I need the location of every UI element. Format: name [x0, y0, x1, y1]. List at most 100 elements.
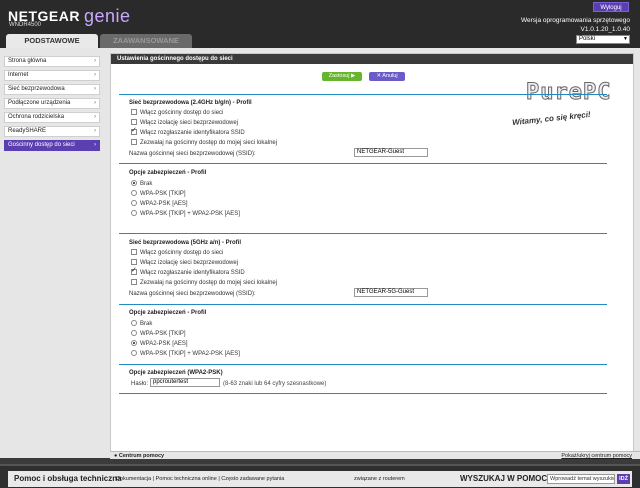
- checkbox[interactable]: [131, 127, 137, 135]
- password-label: Hasło:: [131, 381, 149, 387]
- sidebar-item-label: Strona główna: [8, 58, 47, 64]
- option-label: WPA-PSK [TKIP] + WPA2-PSK [AES]: [140, 351, 240, 357]
- wifi24-option-isolation[interactable]: Włącz izolację sieci bezprzewodowej: [131, 119, 238, 127]
- option-label: Włącz izolację sieci bezprzewodowej: [140, 260, 239, 266]
- option-label: WPA-PSK [TKIP] + WPA2-PSK [AES]: [140, 211, 240, 217]
- help-center-toggle[interactable]: ● Centrum pomocy: [114, 452, 164, 460]
- checkbox[interactable]: [131, 109, 137, 115]
- checkbox[interactable]: [131, 119, 137, 125]
- sidebar-item-parental[interactable]: Ochrona rodzicielska ›: [4, 112, 100, 123]
- help-search-input[interactable]: Wprowadź temat wyszukiwania: [547, 474, 615, 484]
- wifi5-option-enable[interactable]: Włącz gościnny dostęp do sieci: [131, 249, 223, 257]
- section-divider: [119, 163, 607, 164]
- radio-button[interactable]: [131, 320, 137, 326]
- radio-button[interactable]: [131, 350, 137, 356]
- checkbox[interactable]: [131, 249, 137, 255]
- wifi5-security-none[interactable]: Brak: [131, 320, 152, 328]
- wifi5-option-isolation[interactable]: Włącz izolację sieci bezprzewodowej: [131, 259, 238, 267]
- tab-basic[interactable]: PODSTAWOWE: [6, 34, 98, 48]
- panel-title: Ustawienia gościnnego dostępu do sieci: [111, 54, 633, 64]
- wifi24-security-mixed[interactable]: WPA-PSK [TKIP] + WPA2-PSK [AES]: [131, 210, 240, 218]
- sidebar-item-label: Sieć bezprzewodowa: [8, 86, 65, 92]
- checkbox[interactable]: [131, 267, 137, 275]
- purepc-watermark: PurePC Witamy, co się kręci!: [506, 76, 626, 136]
- option-label: Włącz rozgłaszanie identyfikatora SSID: [140, 270, 245, 276]
- wifi24-security-wpa2[interactable]: WPA2-PSK [AES]: [131, 200, 188, 208]
- wifi5-security-title: Opcje zabezpieczeń - Profil: [129, 310, 207, 316]
- sidebar-item-wireless[interactable]: Sieć bezprzewodowa ›: [4, 84, 100, 95]
- chevron-right-icon: ›: [94, 72, 96, 78]
- section-divider: [119, 94, 607, 95]
- radio-button[interactable]: [131, 330, 137, 336]
- help-center-bar[interactable]: ● Centrum pomocy Pokaż/ukryj centrum pom…: [110, 451, 640, 459]
- wifi5-title: Sieć bezprzewodowa (5GHz a/n) - Profil: [129, 240, 242, 246]
- sidebar-item-guest-network[interactable]: Gościnny dostęp do sieci ›: [4, 140, 100, 151]
- tab-advanced[interactable]: ZAAWANSOWANE: [100, 34, 192, 48]
- chevron-right-icon: ›: [94, 114, 96, 120]
- footer: Pomoc i obsługa techniczna Dokumentacja …: [0, 464, 640, 488]
- radio-button[interactable]: [131, 340, 137, 346]
- wifi5-ssid-input[interactable]: NETGEAR-5G-Guest: [354, 288, 428, 297]
- cancel-button[interactable]: ✕ Anuluj: [369, 72, 405, 81]
- option-label: Zezwalaj na gościnny dostęp do mojej sie…: [140, 140, 278, 146]
- sidebar-item-label: Internet: [8, 72, 29, 78]
- wifi5-security-mixed[interactable]: WPA-PSK [TKIP] + WPA2-PSK [AES]: [131, 350, 240, 358]
- chevron-down-icon: ▼: [623, 36, 628, 42]
- checkbox[interactable]: [131, 139, 137, 145]
- wifi24-option-enable[interactable]: Włącz gościnny dostęp do sieci: [131, 109, 223, 117]
- sidebar-item-label: ReadySHARE: [8, 128, 47, 134]
- wifi5-security-wpa2[interactable]: WPA2-PSK [AES]: [131, 340, 188, 348]
- wifi5-option-lan-access[interactable]: Zezwalaj na gościnny dostęp do mojej sie…: [131, 279, 277, 287]
- show-hide-help-link[interactable]: Pokaż/ukryj centrum pomocy: [561, 452, 632, 460]
- main-content: Ustawienia gościnnego dostępu do sieci Z…: [104, 48, 640, 458]
- router-related-text: związane z routerem: [354, 476, 405, 482]
- wifi24-ssid-input[interactable]: NETGEAR-Guest: [354, 148, 428, 157]
- guest-network-panel: Ustawienia gościnnego dostępu do sieci Z…: [110, 53, 634, 453]
- option-label: Zezwalaj na gościnny dostęp do mojej sie…: [140, 280, 278, 286]
- section-divider: [119, 393, 607, 394]
- wifi5-security-wpa[interactable]: WPA-PSK [TKIP]: [131, 330, 186, 338]
- radio-button[interactable]: [131, 190, 137, 196]
- radio-button[interactable]: [131, 200, 137, 206]
- chevron-right-icon: ›: [94, 86, 96, 92]
- wifi24-title: Sieć bezprzewodowa (2.4GHz b/g/n) - Prof…: [129, 100, 252, 106]
- wifi24-security-wpa[interactable]: WPA-PSK [TKIP]: [131, 190, 186, 198]
- option-label: Włącz gościnny dostęp do sieci: [140, 110, 224, 116]
- option-label: Włącz izolację sieci bezprzewodowej: [140, 120, 239, 126]
- radio-button[interactable]: [131, 180, 137, 186]
- wifi24-option-broadcast[interactable]: Włącz rozgłaszanie identyfikatora SSID: [131, 127, 245, 137]
- radio-button[interactable]: [131, 210, 137, 216]
- help-search-button[interactable]: IDŹ: [617, 474, 630, 484]
- sidebar-item-home[interactable]: Strona główna ›: [4, 56, 100, 67]
- checkbox[interactable]: [131, 279, 137, 285]
- wifi24-option-lan-access[interactable]: Zezwalaj na gościnny dostęp do mojej sie…: [131, 139, 277, 147]
- password-input[interactable]: ppcroutertest: [150, 378, 220, 387]
- apply-button[interactable]: Zastosuj ▶: [322, 72, 362, 81]
- wifi24-security-title: Opcje zabezpieczeń - Profil: [129, 170, 207, 176]
- checkbox[interactable]: [131, 259, 137, 265]
- wpa2-title: Opcje zabezpieczeń (WPA2-PSK): [129, 370, 223, 376]
- support-links[interactable]: Dokumentacja | Pomoc techniczna online |…: [116, 476, 284, 482]
- language-select[interactable]: Polski ▼: [576, 35, 630, 44]
- support-title: Pomoc i obsługa techniczna: [14, 474, 122, 483]
- option-label: Włącz rozgłaszanie identyfikatora SSID: [140, 130, 245, 136]
- option-label: Włącz gościnny dostęp do sieci: [140, 250, 224, 256]
- sidebar-item-readyshare[interactable]: ReadySHARE ›: [4, 126, 100, 137]
- wifi24-security-none[interactable]: Brak: [131, 180, 152, 188]
- tab-bar: PODSTAWOWE ZAAWANSOWANE: [0, 32, 640, 48]
- purepc-slogan: Witamy, co się kręci!: [511, 109, 592, 128]
- chevron-right-icon: ›: [94, 58, 96, 64]
- help-center-label: Centrum pomocy: [118, 453, 165, 459]
- option-label: Brak: [140, 321, 153, 327]
- language-value: Polski: [579, 36, 596, 42]
- sidebar-item-devices[interactable]: Podłączone urządzenia ›: [4, 98, 100, 109]
- footer-inner: Pomoc i obsługa techniczna Dokumentacja …: [8, 471, 632, 487]
- firmware-label: Wersja oprogramowania sprzętowego: [521, 17, 630, 24]
- logout-button[interactable]: Wyloguj: [593, 2, 629, 12]
- wifi24-ssid-label: Nazwa gościnnej sieci bezprzewodowej (SS…: [129, 151, 256, 157]
- sidebar-item-internet[interactable]: Internet ›: [4, 70, 100, 81]
- model-name: WNDR4500: [9, 22, 42, 28]
- wifi5-option-broadcast[interactable]: Włącz rozgłaszanie identyfikatora SSID: [131, 267, 245, 277]
- chevron-right-icon: ›: [94, 128, 96, 134]
- option-label: Brak: [140, 181, 153, 187]
